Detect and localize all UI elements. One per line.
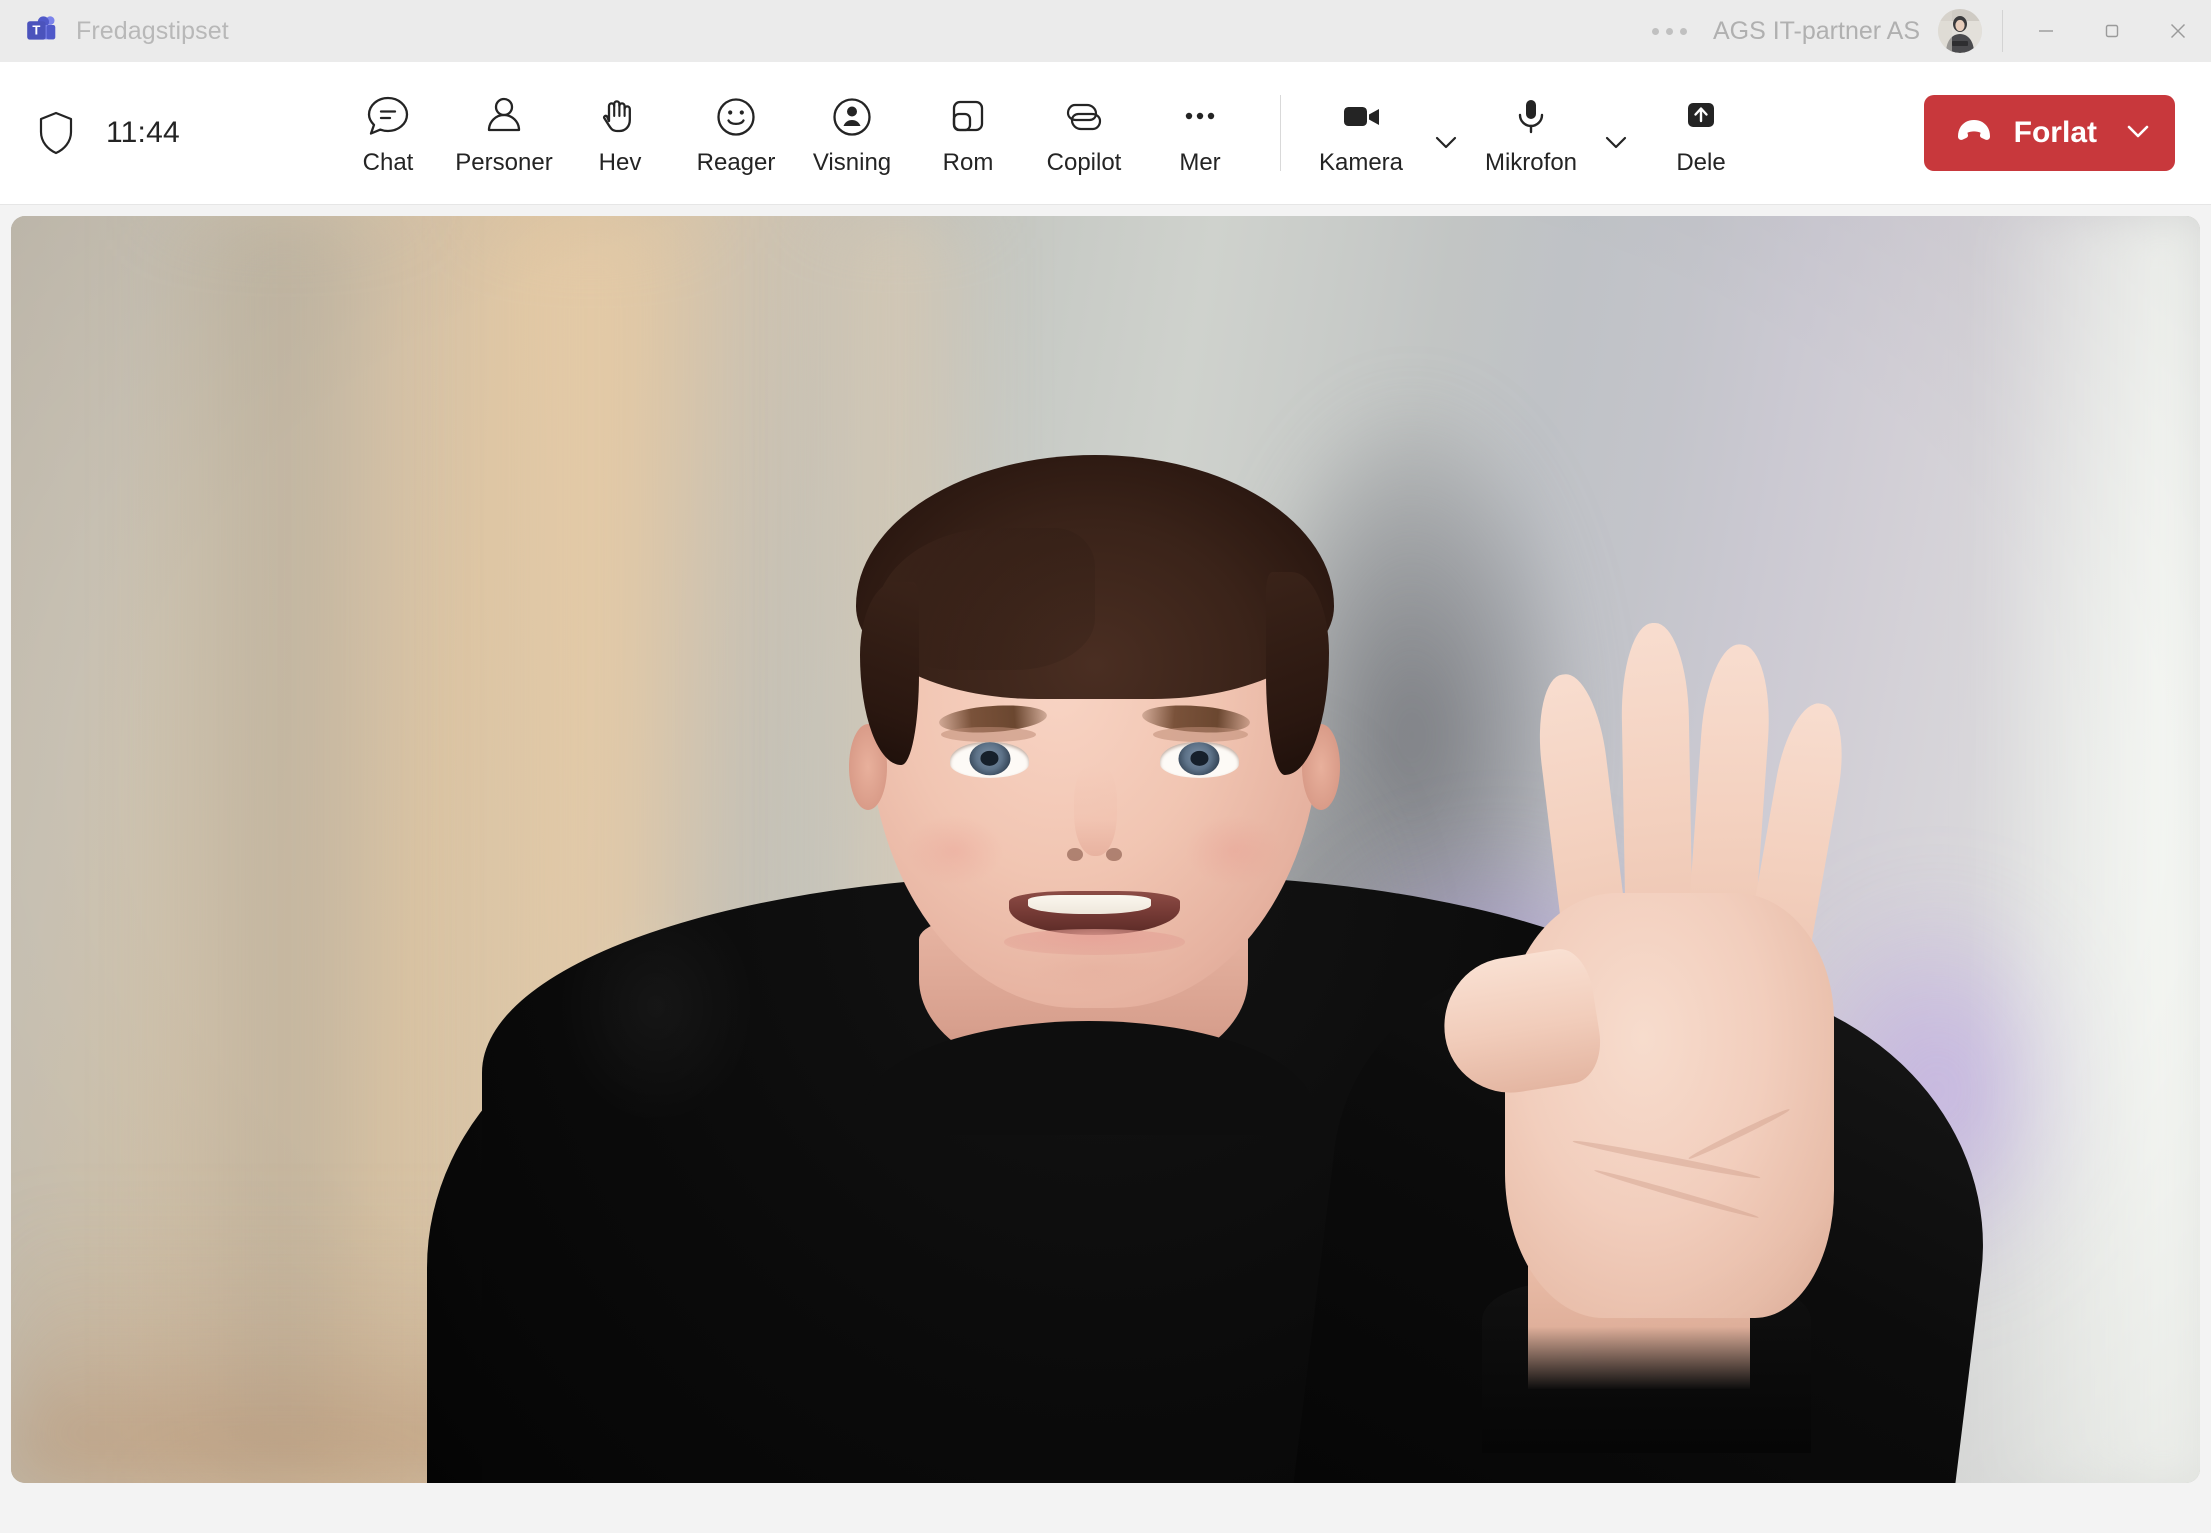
waving-hand: [1434, 609, 1853, 1454]
palm-crease: [1687, 1106, 1791, 1161]
more-options-icon[interactable]: [1626, 0, 1713, 62]
share-screen-icon: [1676, 89, 1726, 145]
meeting-stage: [0, 205, 2211, 1533]
head: [848, 455, 1341, 1008]
chevron-down-icon[interactable]: [1589, 85, 1643, 181]
toolbar-label: Copilot: [1046, 149, 1122, 176]
camera-icon: [1336, 89, 1386, 145]
titlebar-divider: [2002, 10, 2003, 52]
organization-label: AGS IT-partner AS: [1712, 16, 1920, 45]
chin: [1031, 947, 1158, 993]
toolbar-button-hev[interactable]: Hev: [562, 77, 678, 189]
leave-meeting-button[interactable]: Forlat: [1923, 95, 2175, 171]
chevron-down-icon[interactable]: [1419, 85, 1473, 181]
raise-hand-icon: [595, 89, 645, 145]
toolbar-label: Hev: [598, 149, 642, 176]
toolbar-button-mikrofon[interactable]: Mikrofon: [1473, 77, 1589, 189]
nostril-left: [1067, 848, 1083, 862]
toolbar-button-rom[interactable]: Rom: [910, 77, 1026, 189]
toolbar-label: Rom: [942, 149, 994, 176]
toolbar-button-kamera[interactable]: Kamera: [1303, 77, 1419, 189]
close-icon[interactable]: [2145, 0, 2211, 62]
participant-figure: [11, 216, 2200, 1483]
leave-button-label: Forlat: [2013, 116, 2097, 149]
palm-crease: [1571, 1138, 1761, 1182]
toolbar-label: Chat: [362, 149, 414, 176]
eyelid-left: [941, 726, 1036, 742]
reactions-smiley-icon: [711, 89, 761, 145]
camera-control-group: Kamera: [1303, 77, 1473, 189]
cheek-right: [1184, 815, 1284, 887]
teeth: [1027, 894, 1152, 914]
toolbar-right-group: Forlat: [1923, 95, 2211, 171]
toolbar-divider: [1280, 95, 1281, 171]
toolbar-button-mer[interactable]: Mer: [1142, 77, 1258, 189]
toolbar-button-personer[interactable]: Personer: [446, 77, 562, 189]
toolbar-center-group: Chat Personer Hev Reager Visning Rom Cop…: [330, 77, 1759, 189]
nostril-right: [1106, 848, 1122, 862]
toolbar-button-visning[interactable]: Visning: [794, 77, 910, 189]
microphone-control-group: Mikrofon: [1473, 77, 1643, 189]
toolbar-button-copilot[interactable]: Copilot: [1026, 77, 1142, 189]
more-ellipsis-icon: [1175, 89, 1225, 145]
toolbar-label: Reager: [696, 149, 776, 176]
participant-video[interactable]: [11, 216, 2200, 1483]
toolbar-button-chat[interactable]: Chat: [330, 77, 446, 189]
toolbar-left-group: 11:44: [0, 110, 330, 156]
view-layout-icon: [827, 89, 877, 145]
iris-left: [969, 741, 1011, 776]
toolbar-label: Visning: [812, 149, 892, 176]
teams-logo-icon: T: [24, 13, 60, 49]
breakout-rooms-icon: [943, 89, 993, 145]
chevron-down-icon[interactable]: [2123, 116, 2153, 151]
cheek-left: [905, 815, 1005, 887]
hair: [855, 455, 1334, 699]
nose: [1074, 764, 1118, 856]
avatar[interactable]: [1938, 9, 1982, 53]
toolbar-label: Dele: [1676, 149, 1726, 176]
toolbar-label: Personer: [455, 149, 553, 176]
meeting-timer: 11:44: [106, 116, 180, 149]
svg-text:T: T: [32, 23, 40, 38]
title-bar: T Fredagstipset AGS IT-partner AS: [0, 0, 2211, 62]
shield-icon: [36, 110, 76, 156]
toolbar-label: Kamera: [1318, 149, 1404, 176]
chat-bubble-icon: [363, 89, 413, 145]
hangup-phone-icon: [1952, 109, 1996, 158]
window-title: Fredagstipset: [76, 16, 229, 45]
toolbar-button-reager[interactable]: Reager: [678, 77, 794, 189]
eye-right: [1159, 741, 1239, 779]
iris-right: [1178, 741, 1220, 776]
eyelid-right: [1153, 726, 1248, 742]
minimize-icon[interactable]: [2013, 0, 2079, 62]
people-icon: [479, 89, 529, 145]
teams-meeting-window: T Fredagstipset AGS IT-partner AS 11:44 …: [0, 0, 2211, 1533]
microphone-icon: [1506, 89, 1556, 145]
toolbar-label: Mer: [1179, 149, 1221, 176]
toolbar-label: Mikrofon: [1484, 149, 1578, 176]
toolbar-button-dele[interactable]: Dele: [1643, 77, 1759, 189]
maximize-icon[interactable]: [2079, 0, 2145, 62]
meeting-toolbar: 11:44 Chat Personer Hev Reager Visning R…: [0, 62, 2211, 205]
eye-left: [950, 741, 1030, 779]
copilot-icon: [1059, 89, 1109, 145]
